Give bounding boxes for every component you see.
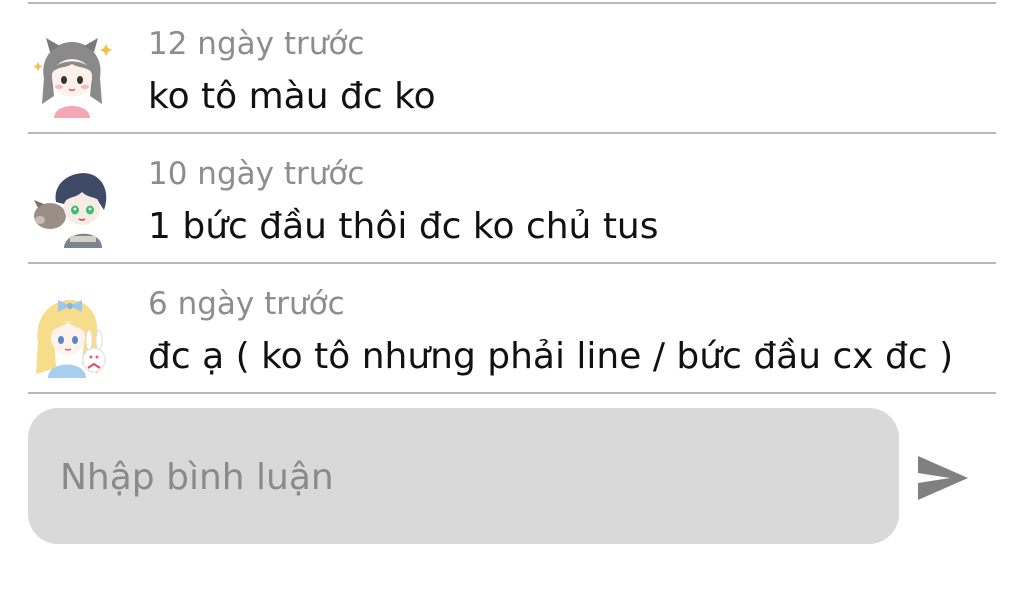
comment-text: 1 bức đầu thôi đc ko chủ tus (148, 206, 659, 247)
comment-text: đc ạ ( ko tô nhưng phải line / bức đầu c… (148, 336, 954, 377)
comment-item: 12 ngày trước ko tô màu đc ko (0, 4, 1024, 132)
comment-item: 6 ngày trước đc ạ ( ko tô nhưng phải lin… (0, 264, 1024, 392)
comment-item: 10 ngày trước 1 bức đầu thôi đc ko chủ t… (0, 134, 1024, 262)
anime-boy-boar-avatar-icon[interactable] (30, 164, 114, 248)
comment-divider (28, 392, 996, 394)
comment-input[interactable] (58, 440, 872, 514)
comment-timestamp: 12 ngày trước (148, 26, 365, 62)
comment-composer (28, 408, 899, 544)
comment-timestamp: 6 ngày trước (148, 286, 345, 322)
send-icon[interactable] (912, 450, 972, 506)
anime-girl-cat-ears-avatar-icon[interactable] (30, 34, 114, 118)
anime-girl-rabbit-avatar-icon[interactable] (30, 294, 114, 378)
comment-text: ko tô màu đc ko (148, 76, 436, 117)
comment-timestamp: 10 ngày trước (148, 156, 365, 192)
